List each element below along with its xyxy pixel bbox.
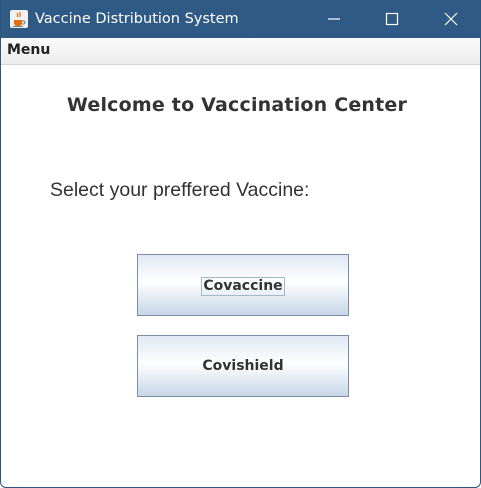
app-window: Vaccine Distribution System Menu Welcome… — [0, 0, 481, 488]
maximize-button[interactable] — [363, 0, 421, 38]
menu-bar: Menu — [1, 38, 480, 65]
covishield-button[interactable]: Covishield — [137, 335, 349, 397]
minimize-button[interactable] — [305, 0, 363, 38]
page-title: Welcome to Vaccination Center — [66, 94, 408, 116]
covishield-button-label: Covishield — [202, 358, 284, 374]
covaccine-button-label: Covaccine — [201, 277, 285, 296]
java-cup-icon — [10, 10, 28, 28]
vaccine-prompt-label: Select your preffered Vaccine: — [50, 179, 310, 201]
close-icon — [444, 12, 458, 26]
covaccine-button-label-wrap: Covaccine — [138, 277, 348, 296]
covaccine-button[interactable]: Covaccine — [137, 254, 349, 316]
menu-item-menu[interactable]: Menu — [7, 42, 50, 58]
title-bar[interactable]: Vaccine Distribution System — [1, 0, 480, 38]
maximize-icon — [385, 12, 399, 26]
minimize-icon — [328, 18, 340, 20]
close-button[interactable] — [422, 0, 480, 38]
window-title: Vaccine Distribution System — [35, 11, 239, 27]
